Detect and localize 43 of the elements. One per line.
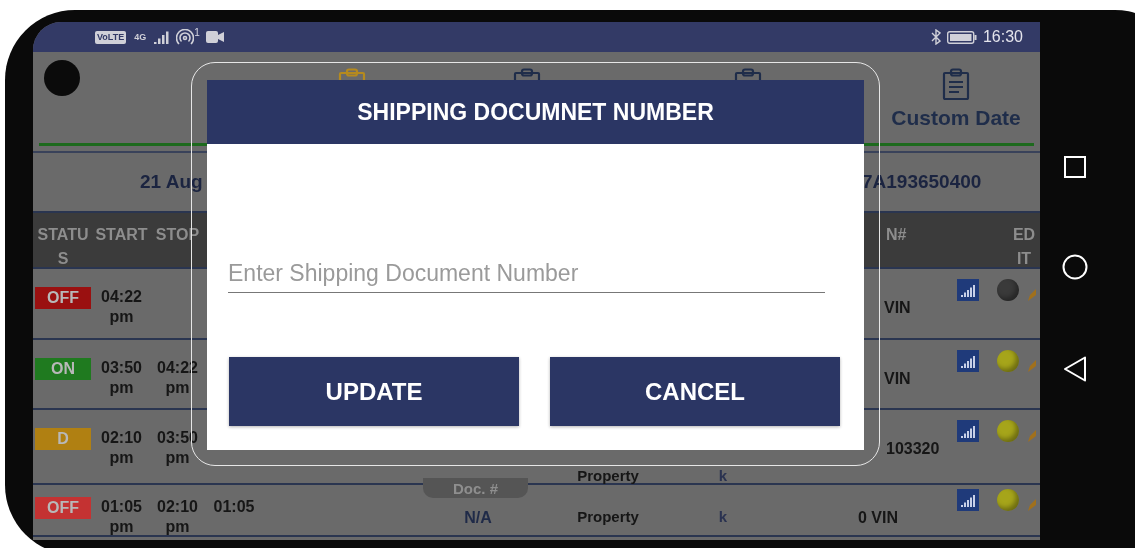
start-time: 04:22 pm [100,287,143,327]
stop-time: 02:10 pm [156,497,199,537]
network-label: VoLTE [95,30,127,44]
start-time: 02:10 pm [100,428,143,468]
column-header: START [94,225,149,245]
square-icon[interactable] [1064,156,1086,178]
front-camera [44,60,80,96]
signal-chart-icon[interactable] [957,279,979,301]
battery-icon [946,30,977,44]
status-tag: D [35,428,91,450]
dialog-title: SHIPPING DOCUMNET NUMBER [207,80,864,144]
type-cell-text: Property [576,466,640,483]
signal-chart-icon[interactable] [957,489,979,511]
status-tag: ON [35,358,91,380]
duration: 01:05 [212,497,256,517]
column-header: STATUS [36,225,90,269]
circle-icon[interactable] [1062,254,1088,280]
unit-cell-text: k [717,466,729,483]
signal-icon [154,30,171,44]
start-time: 03:50 pm [100,358,143,398]
type-cell-text: Property [576,507,640,524]
start-time: 01:05 pm [100,497,143,537]
signal-chart-icon[interactable] [957,420,979,442]
cancel-button[interactable]: CANCEL [550,357,840,426]
update-button[interactable]: UPDATE [229,357,519,426]
doc-number: N/A [463,508,493,527]
clock-time: 16:30 [982,28,1023,46]
vin-cell-text: 0 VIN [858,508,899,527]
vin-cell-text: VIN [883,369,912,388]
status-tag: OFF [35,287,91,309]
vin-cell-text: VIN [883,298,912,317]
column-header: N# [885,225,908,245]
status-tag: OFF [35,497,91,519]
signal-chart-icon[interactable] [957,350,979,372]
hotspot-icon [176,29,195,45]
vin-cell-text: 103320 [885,439,941,458]
video-camera-icon [205,31,224,43]
unit-cell-text: k [717,507,729,524]
back-triangle-icon[interactable] [1063,356,1087,382]
bluetooth-icon [930,29,941,45]
network-label: 4G [133,30,148,44]
hotspot-count: 1 [194,27,200,38]
column-header: EDIT [1011,225,1037,269]
